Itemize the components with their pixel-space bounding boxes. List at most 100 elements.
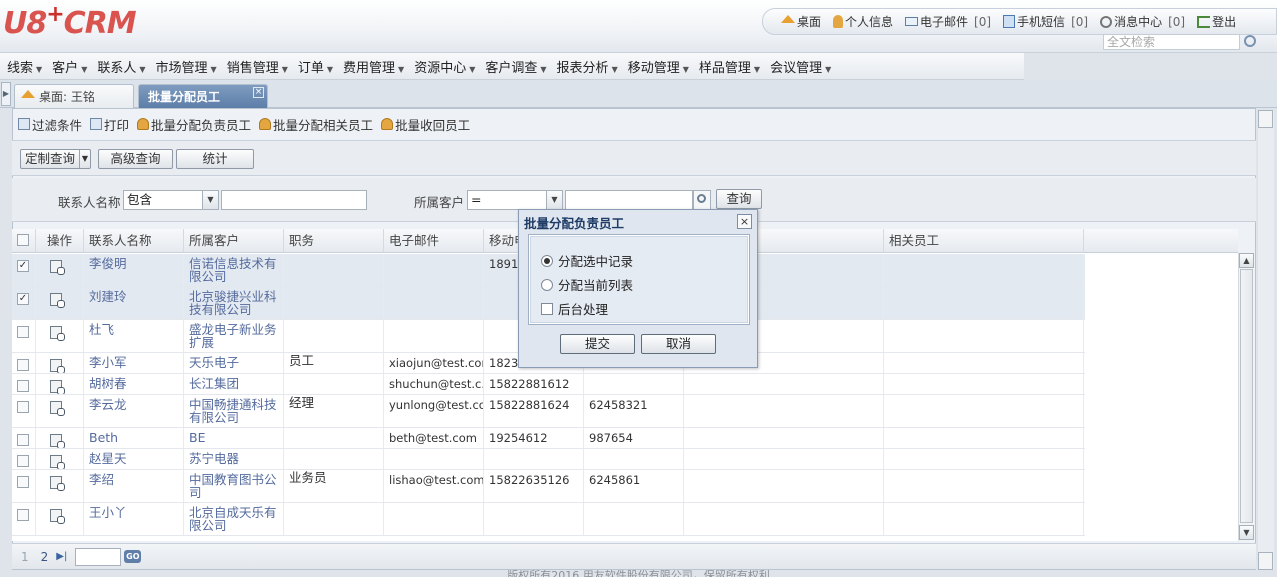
contact-name-cell[interactable]: 刘建玲	[84, 287, 184, 319]
customer-operator[interactable]: = ▼	[467, 190, 563, 210]
scroll-down-icon[interactable]	[1258, 552, 1273, 570]
cancel-button[interactable]: 取消	[641, 334, 716, 354]
contact-name-operator[interactable]: 包含 ▼	[123, 190, 219, 210]
col-customer[interactable]: 所属客户	[184, 229, 284, 253]
contact-name-cell[interactable]: 李云龙	[84, 395, 184, 427]
select-all-checkbox[interactable]	[17, 234, 29, 246]
edit-record-icon[interactable]	[50, 260, 65, 275]
option-assign-current[interactable]: 分配当前列表	[541, 275, 633, 294]
row-checkbox[interactable]	[17, 380, 29, 392]
menu-meetings[interactable]: 会议管理 ▼	[770, 57, 831, 76]
row-checkbox[interactable]	[17, 326, 29, 338]
edit-record-icon[interactable]	[50, 380, 65, 394]
radio-unselected[interactable]	[541, 278, 553, 291]
table-row[interactable]: Beth BE beth@test.com 19254612 987654	[12, 428, 1085, 449]
customer-cell[interactable]: 盛龙电子新业务扩展	[184, 320, 284, 352]
customer-cell[interactable]: 长江集团	[184, 374, 284, 394]
toplink-sms[interactable]: 手机短信 [0]	[1003, 13, 1088, 30]
col-email[interactable]: 电子邮件	[384, 229, 484, 253]
customer-cell[interactable]: 天乐电子	[184, 353, 284, 373]
edit-record-icon[interactable]	[50, 359, 65, 373]
custom-query-button[interactable]: 定制查询 ▼	[20, 149, 91, 169]
row-checkbox[interactable]	[17, 401, 29, 413]
page-2-link[interactable]: 2	[41, 550, 49, 564]
row-checkbox[interactable]	[17, 509, 29, 521]
menu-reports[interactable]: 报表分析 ▼	[557, 57, 618, 76]
print-button[interactable]: 打印	[90, 115, 129, 134]
global-search-input[interactable]: 全文检索	[1103, 34, 1240, 50]
radio-selected[interactable]	[541, 254, 553, 267]
tab-batch-assign[interactable]: 批量分配员工 ×	[138, 84, 268, 108]
customer-cell[interactable]: 中国畅捷通科技有限公司	[184, 395, 284, 427]
row-checkbox[interactable]	[17, 455, 29, 467]
toplink-email[interactable]: 电子邮件 [0]	[905, 13, 991, 30]
edit-record-icon[interactable]	[50, 401, 65, 416]
batch-assign-related-button[interactable]: 批量分配相关员工	[259, 115, 373, 134]
contact-name-input[interactable]	[221, 190, 367, 210]
search-icon[interactable]	[1244, 35, 1256, 47]
background-checkbox[interactable]	[541, 302, 553, 315]
page-number-input[interactable]	[75, 547, 122, 566]
toplink-logout[interactable]: 登出	[1197, 13, 1236, 30]
query-button[interactable]: 查询	[716, 189, 762, 209]
menu-samples[interactable]: 样品管理 ▼	[699, 57, 760, 76]
page-scrollbar[interactable]	[1258, 110, 1274, 570]
toplink-profile[interactable]: 个人信息	[833, 13, 893, 30]
row-checkbox[interactable]	[17, 359, 29, 371]
grid-scrollbar[interactable]: ▲ ▼	[1238, 253, 1254, 541]
customer-cell[interactable]: 苏宁电器	[184, 449, 284, 469]
table-row[interactable]: 王小丫 北京自成天乐有限公司	[12, 503, 1085, 536]
close-icon[interactable]: ×	[253, 87, 264, 98]
contact-name-cell[interactable]: 李绍	[84, 470, 184, 502]
contact-name-cell[interactable]: 胡树春	[84, 374, 184, 394]
contact-name-cell[interactable]: 赵星天	[84, 449, 184, 469]
table-row[interactable]: 李云龙中国畅捷通科技有限公司经理yunlong@test.com15822881…	[12, 395, 1085, 428]
menu-resources[interactable]: 资源中心 ▼	[414, 57, 475, 76]
row-checkbox[interactable]	[17, 476, 29, 488]
menu-contacts[interactable]: 联系人 ▼	[97, 57, 145, 76]
customer-cell[interactable]: 信诺信息技术有限公司	[184, 254, 284, 286]
filter-conditions-button[interactable]: 过滤条件	[18, 115, 82, 134]
row-checkbox[interactable]	[17, 434, 29, 446]
table-row[interactable]: 赵星天 苏宁电器	[12, 449, 1085, 470]
menu-mobile[interactable]: 移动管理 ▼	[628, 57, 689, 76]
edit-record-icon[interactable]	[50, 434, 65, 448]
tab-desktop[interactable]: 桌面: 王铭	[14, 84, 134, 108]
scroll-thumb[interactable]	[1240, 269, 1253, 523]
contact-name-cell[interactable]: Beth	[84, 428, 184, 448]
batch-recall-button[interactable]: 批量收回员工	[381, 115, 470, 134]
app-logo[interactable]: U8+CRM	[3, 2, 137, 41]
toplink-messages[interactable]: 消息中心 [0]	[1100, 13, 1185, 30]
customer-cell[interactable]: 北京骏捷兴业科技有限公司	[184, 287, 284, 319]
edit-record-icon[interactable]	[50, 455, 65, 469]
edit-record-icon[interactable]	[50, 509, 65, 524]
batch-assign-owner-button[interactable]: 批量分配负责员工	[137, 115, 251, 134]
table-row[interactable]: 李绍 中国教育图书公司 业务员 lishao@test.com 15822635126 6…	[12, 470, 1085, 503]
menu-expenses[interactable]: 费用管理 ▼	[343, 57, 404, 76]
customer-input[interactable]	[565, 190, 693, 210]
lookup-search-icon[interactable]	[693, 190, 711, 210]
toplink-desktop[interactable]: 桌面	[781, 13, 821, 30]
option-background[interactable]: 后台处理	[541, 299, 608, 318]
contact-name-cell[interactable]: 李俊明	[84, 254, 184, 286]
menu-sales[interactable]: 销售管理 ▼	[227, 57, 288, 76]
contact-name-cell[interactable]: 李小军	[84, 353, 184, 373]
customer-cell[interactable]: 北京自成天乐有限公司	[184, 503, 284, 535]
customer-cell[interactable]: 中国教育图书公司	[184, 470, 284, 502]
menu-surveys[interactable]: 客户调查 ▼	[485, 57, 546, 76]
scroll-up-icon[interactable]: ▲	[1239, 253, 1254, 268]
close-icon[interactable]: ×	[737, 214, 752, 229]
advanced-query-button[interactable]: 高级查询	[98, 149, 173, 169]
last-page-icon[interactable]: ▶|	[56, 551, 67, 562]
go-button[interactable]: GO	[124, 550, 142, 563]
table-row[interactable]: 胡树春 长江集团 shuchun@test.c... 15822881612	[12, 374, 1085, 395]
menu-leads[interactable]: 线索 ▼	[7, 57, 42, 76]
customer-cell[interactable]: BE	[184, 428, 284, 448]
sidebar-toggle[interactable]: ▶	[1, 82, 11, 106]
page-1-link[interactable]: 1	[21, 550, 29, 564]
scroll-down-icon[interactable]: ▼	[1239, 525, 1254, 540]
col-title[interactable]: 职务	[284, 229, 384, 253]
edit-record-icon[interactable]	[50, 326, 65, 341]
col-related-staff[interactable]: 相关员工	[884, 229, 1084, 253]
edit-record-icon[interactable]	[50, 293, 65, 308]
